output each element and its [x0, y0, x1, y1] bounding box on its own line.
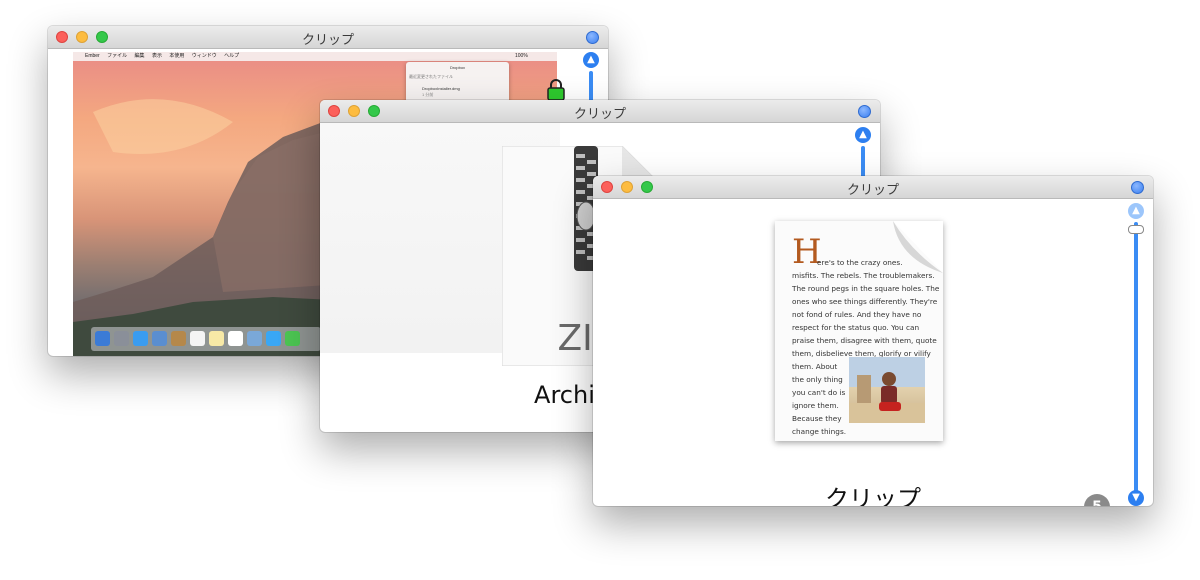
menu-window: ウィンドウ — [191, 53, 217, 59]
reminders-icon — [228, 331, 243, 346]
clip-window-document[interactable]: クリップ H ere's to the crazy ones. misfits.… — [593, 176, 1153, 506]
chevron-up-icon[interactable]: ▲ — [855, 127, 871, 143]
doc-line: respect for the status quo. You can — [792, 323, 920, 332]
window-title: クリップ — [846, 183, 899, 198]
doc-line: not fond of rules. And they have no — [792, 310, 922, 319]
doc-side-line: the only thing — [792, 375, 843, 384]
chevron-up-icon[interactable]: ▲ — [583, 52, 599, 68]
menu-file: ファイル — [107, 53, 128, 59]
doc-side-line: them. About — [792, 362, 838, 371]
maps-icon — [247, 331, 262, 346]
doc-line: ones who see things differently. They're — [792, 297, 938, 306]
clip-count-badge: 5 — [1084, 494, 1110, 506]
dock — [91, 327, 321, 351]
doc-side-line: you can't do is — [792, 388, 846, 397]
menu-help: ヘルプ — [224, 53, 240, 59]
menu-app: Ember — [85, 53, 100, 59]
window-status-dot-icon[interactable] — [858, 105, 871, 118]
title-bar[interactable]: クリップ — [320, 100, 880, 123]
chevron-up-icon[interactable]: ▲ — [1128, 203, 1144, 219]
notes-icon — [209, 331, 224, 346]
menu-use: 本使用 — [169, 53, 185, 59]
child-photo-image — [849, 357, 925, 423]
doc-line: The round pegs in the square holes. The — [792, 284, 940, 293]
contacts-icon — [171, 331, 186, 346]
doc-side-line: ignore them. — [792, 401, 839, 410]
launchpad-icon — [114, 331, 129, 346]
facetime-icon — [285, 331, 300, 346]
window-status-dot-icon[interactable] — [586, 31, 599, 44]
title-bar[interactable]: クリップ — [593, 176, 1153, 199]
file-name: クリップ — [825, 485, 921, 506]
chevron-down-icon[interactable]: ▼ — [1128, 490, 1144, 506]
page-curl-icon — [893, 221, 943, 273]
clip-content: H ere's to the crazy ones. misfits. The … — [593, 199, 1153, 506]
finder-icon — [95, 331, 110, 346]
document-preview: H ere's to the crazy ones. misfits. The … — [775, 221, 943, 441]
title-bar[interactable]: クリップ — [48, 26, 608, 49]
doc-line: praise them, disagree with them, quote — [792, 336, 937, 345]
scroll-track[interactable] — [1134, 222, 1138, 492]
dropbox-menu-title: Dropbox — [449, 65, 466, 70]
safari-icon — [133, 331, 148, 346]
doc-line: ere's to the crazy ones. — [817, 258, 903, 267]
menu-view: 表示 — [151, 53, 162, 59]
lock-icon[interactable] — [546, 79, 566, 101]
menu-edit: 編集 — [134, 53, 145, 59]
doc-side-line: change things. — [792, 427, 847, 436]
window-title: クリップ — [301, 33, 354, 48]
calendar-icon — [190, 331, 205, 346]
messages-icon — [266, 331, 281, 346]
dropbox-menu-item-sub: 1 分前 — [422, 92, 434, 97]
battery-status: 100% — [515, 53, 528, 59]
window-status-dot-icon[interactable] — [1131, 181, 1144, 194]
dropbox-menu-item: DropboxInstaller.dmg — [422, 86, 460, 91]
scroll-thumb[interactable] — [1128, 225, 1144, 234]
mail-icon — [152, 331, 167, 346]
dropbox-menu-header: 最近変更されたファイル — [409, 74, 453, 79]
menu-bar: Ember ファイル 編集 表示 本使用 ウィンドウ ヘルプ 100% — [73, 52, 557, 61]
window-title: クリップ — [573, 107, 626, 122]
doc-side-line: Because they — [792, 414, 842, 423]
